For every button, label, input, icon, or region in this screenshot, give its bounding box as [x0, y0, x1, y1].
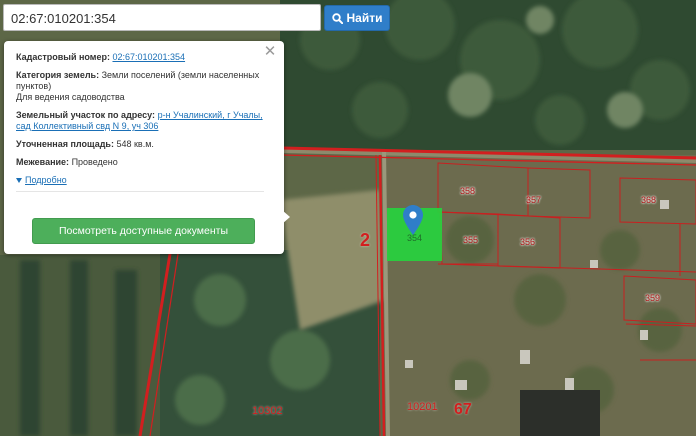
- close-icon[interactable]: ✕: [263, 44, 277, 59]
- parcel-label-368: 368: [641, 195, 657, 205]
- location-pin-icon[interactable]: [403, 205, 423, 235]
- area-row: Уточненная площадь: 548 кв.м.: [16, 139, 264, 150]
- popup-tail: [282, 210, 290, 224]
- cadastral-search-input[interactable]: 02:67:010201:354: [3, 4, 321, 31]
- cadastral-number-row: Кадастровый номер: 02:67:010201:354: [16, 52, 264, 63]
- docs-button-wrapper: Посмотреть доступные документы: [16, 218, 255, 244]
- address-label: Земельный участок по адресу:: [16, 110, 156, 120]
- cadastral-number-link[interactable]: 02:67:010201:354: [112, 52, 185, 62]
- address-row: Земельный участок по адресу: р-н Учалинс…: [16, 110, 264, 132]
- search-button[interactable]: Найти: [324, 5, 390, 31]
- search-button-label: Найти: [346, 11, 383, 25]
- parcel-label-355: 355: [463, 235, 479, 245]
- parcel-label-357: 357: [526, 195, 542, 205]
- land-category-label: Категория земель:: [16, 70, 100, 80]
- block-label-10201: 10201: [407, 401, 438, 413]
- caret-down-icon: [16, 177, 22, 183]
- survey-row: Межевание: Проведено: [16, 157, 264, 168]
- parcel-info-popup: ✕ Кадастровый номер: 02:67:010201:354 Ка…: [4, 41, 284, 254]
- block-label-10302: 10302: [252, 405, 283, 417]
- details-label: Подробно: [25, 175, 67, 185]
- parcel-label-selected: 354: [407, 233, 423, 243]
- parcel-label-356: 356: [520, 237, 536, 247]
- parcel-label-359: 359: [645, 293, 661, 303]
- survey-value: Проведено: [71, 157, 118, 167]
- cadastral-number-label: Кадастровый номер:: [16, 52, 110, 62]
- block-label-67: 67: [454, 401, 472, 418]
- popup-divider: [16, 191, 264, 192]
- search-icon: [331, 12, 343, 24]
- quarter-number-label: 2: [360, 230, 371, 250]
- view-documents-button[interactable]: Посмотреть доступные документы: [32, 218, 255, 244]
- land-category-row: Категория земель: Земли поселений (земли…: [16, 70, 264, 103]
- land-use-value: Для ведения садоводства: [16, 92, 125, 102]
- area-value: 548 кв.м.: [116, 139, 154, 149]
- survey-label: Межевание:: [16, 157, 70, 167]
- parcel-label-358: 358: [460, 186, 476, 196]
- details-toggle[interactable]: Подробно: [16, 175, 264, 185]
- area-label: Уточненная площадь:: [16, 139, 114, 149]
